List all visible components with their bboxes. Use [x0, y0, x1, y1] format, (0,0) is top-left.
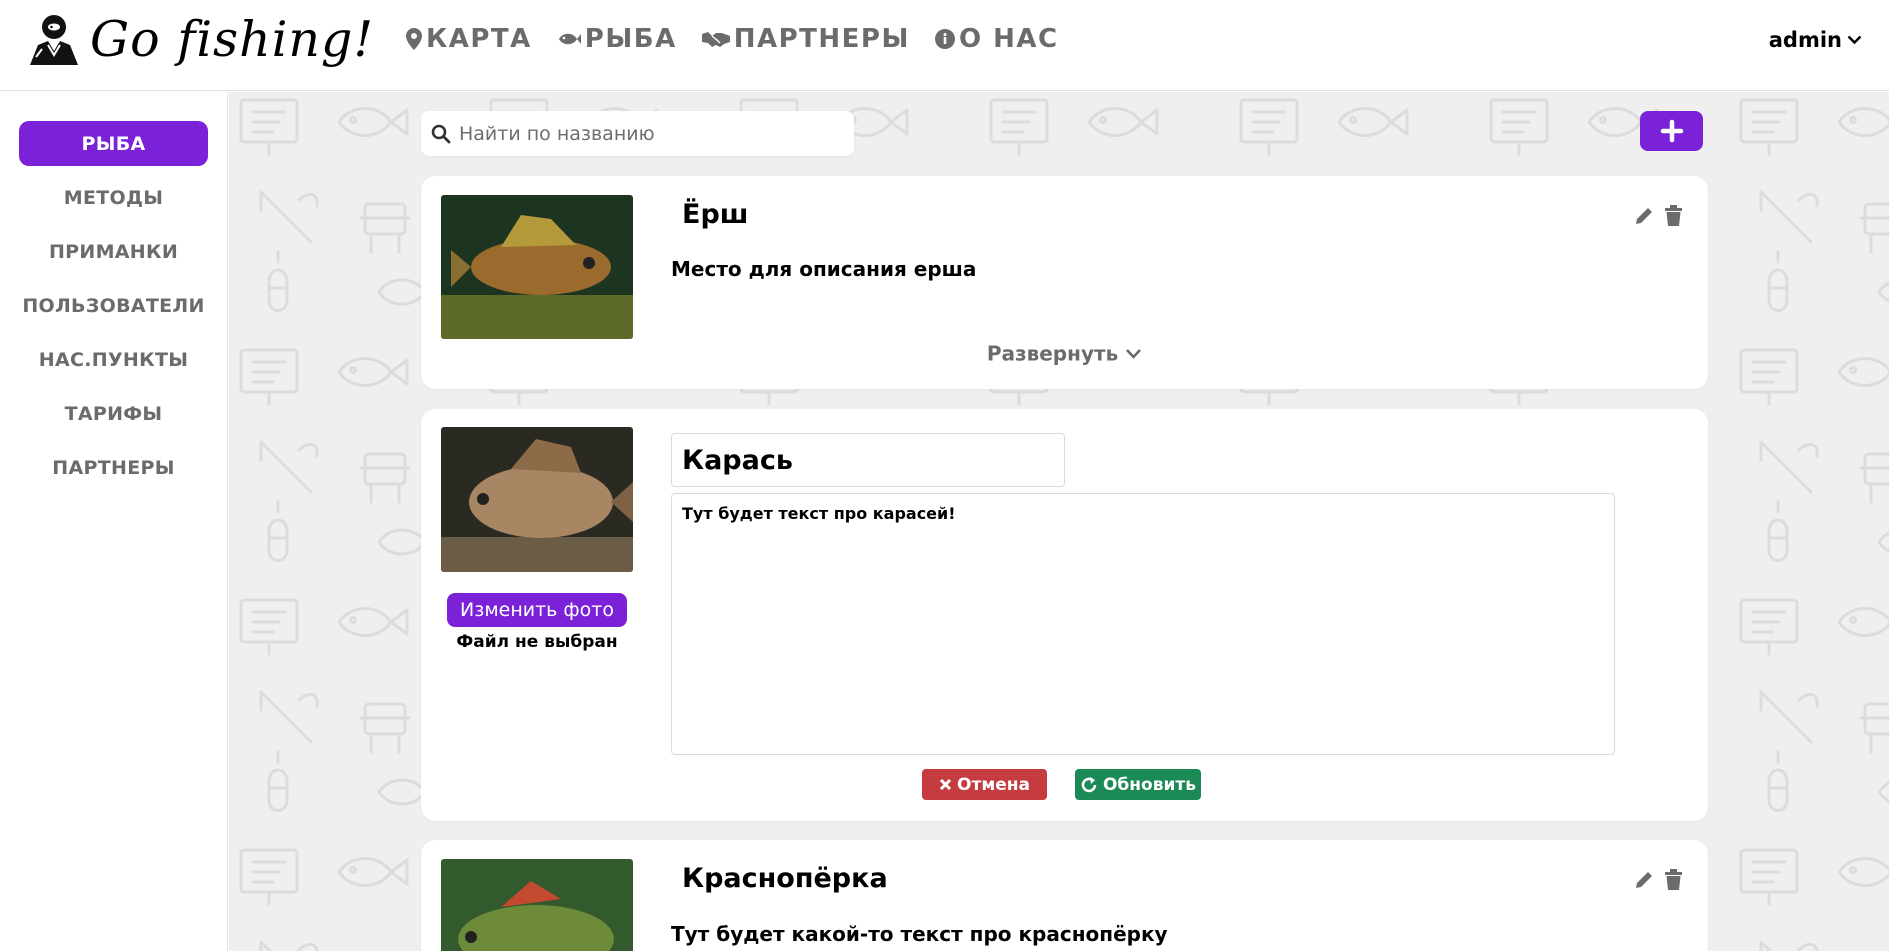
cancel-button[interactable]: Отмена [922, 769, 1047, 800]
username: admin [1768, 28, 1842, 52]
chevron-down-icon [1847, 35, 1862, 45]
nav-item-map[interactable]: КАРТА [406, 24, 532, 54]
plus-icon [1660, 119, 1683, 143]
sidebar-item-methods[interactable]: МЕТОДЫ [19, 175, 208, 220]
fish-description: Тут будет какой-то текст про краснопёрку [671, 922, 1168, 946]
delete-button[interactable] [1664, 869, 1683, 891]
fish-description: Место для описания ерша [671, 257, 977, 281]
nav-item-label: РЫБА [584, 24, 677, 54]
edit-button[interactable] [1633, 205, 1655, 227]
fish-name-input[interactable] [671, 433, 1065, 487]
search-input[interactable] [459, 122, 839, 145]
fish-photo-image [441, 859, 633, 951]
search-box [421, 111, 854, 156]
fish-card: Краснопёрка Тут будет какой-то текст про… [421, 840, 1708, 951]
fisherman-logo-icon [30, 15, 78, 65]
info-icon [934, 29, 955, 49]
logo-text: Go fishing! [90, 10, 375, 68]
card-actions [1633, 869, 1683, 891]
nav-item-fish[interactable]: РЫБА [557, 24, 677, 54]
fish-photo [441, 195, 633, 339]
fish-name: Ёрш [682, 199, 749, 230]
fish-photo [441, 427, 633, 572]
main-content: Ёрш Место для описания ерша Развернуть И… [229, 92, 1889, 951]
delete-button[interactable] [1664, 205, 1683, 227]
sidebar-item-baits[interactable]: ПРИМАНКИ [19, 229, 208, 274]
cancel-label: Отмена [957, 774, 1030, 795]
nav-item-partners[interactable]: ПАРТНЕРЫ [701, 24, 910, 54]
sidebar-item-settlements[interactable]: НАС.ПУНКТЫ [19, 337, 208, 382]
chevron-down-icon [1126, 348, 1142, 359]
nav-item-label: КАРТА [426, 24, 532, 54]
sidebar: РЫБА МЕТОДЫ ПРИМАНКИ ПОЛЬЗОВАТЕЛИ НАС.ПУ… [0, 92, 228, 951]
fish-name: Краснопёрка [682, 863, 888, 894]
trash-icon [1665, 205, 1682, 226]
top-header: Go fishing! КАРТА РЫБА ПАРТНЕРЫ О НАС ad… [0, 0, 1889, 91]
expand-label: Развернуть [986, 341, 1119, 366]
sidebar-item-tariffs[interactable]: ТАРИФЫ [19, 391, 208, 436]
file-status: Файл не выбран [456, 632, 618, 652]
refresh-icon [1081, 776, 1097, 792]
fish-icon [558, 33, 581, 45]
main-nav: КАРТА РЫБА ПАРТНЕРЫ О НАС [406, 24, 1059, 54]
update-label: Обновить [1102, 774, 1197, 795]
fish-photo-image [441, 195, 633, 339]
fish-photo [441, 859, 633, 951]
handshake-icon [701, 32, 730, 47]
card-actions [1633, 205, 1683, 227]
expand-toggle[interactable]: Развернуть [421, 340, 1708, 366]
update-button[interactable]: Обновить [1075, 769, 1201, 800]
user-menu[interactable]: admin [1769, 28, 1862, 52]
search-icon [431, 124, 451, 143]
pencil-icon [1636, 872, 1652, 888]
trash-icon [1665, 869, 1682, 890]
nav-item-label: О НАС [958, 24, 1059, 54]
edit-button[interactable] [1633, 869, 1655, 891]
sidebar-item-fish[interactable]: РЫБА [19, 121, 208, 166]
sidebar-item-users[interactable]: ПОЛЬЗОВАТЕЛИ [19, 283, 208, 328]
nav-item-label: ПАРТНЕРЫ [733, 24, 910, 54]
pencil-icon [1636, 208, 1652, 224]
fish-card: Ёрш Место для описания ерша Развернуть [421, 176, 1708, 389]
map-pin-icon [406, 28, 422, 50]
logo[interactable]: Go fishing! [26, 8, 374, 70]
fish-description-textarea[interactable]: Тут будет текст про карасей! [671, 493, 1615, 755]
nav-item-about[interactable]: О НАС [934, 24, 1059, 54]
fish-photo-image [441, 427, 633, 572]
sidebar-item-partners[interactable]: ПАРТНЕРЫ [19, 445, 208, 490]
fish-card-edit: Изменить фото Файл не выбран Тут будет т… [421, 409, 1708, 821]
close-icon [939, 778, 952, 791]
add-fish-button[interactable] [1640, 111, 1703, 151]
change-photo-button[interactable]: Изменить фото [447, 593, 627, 627]
